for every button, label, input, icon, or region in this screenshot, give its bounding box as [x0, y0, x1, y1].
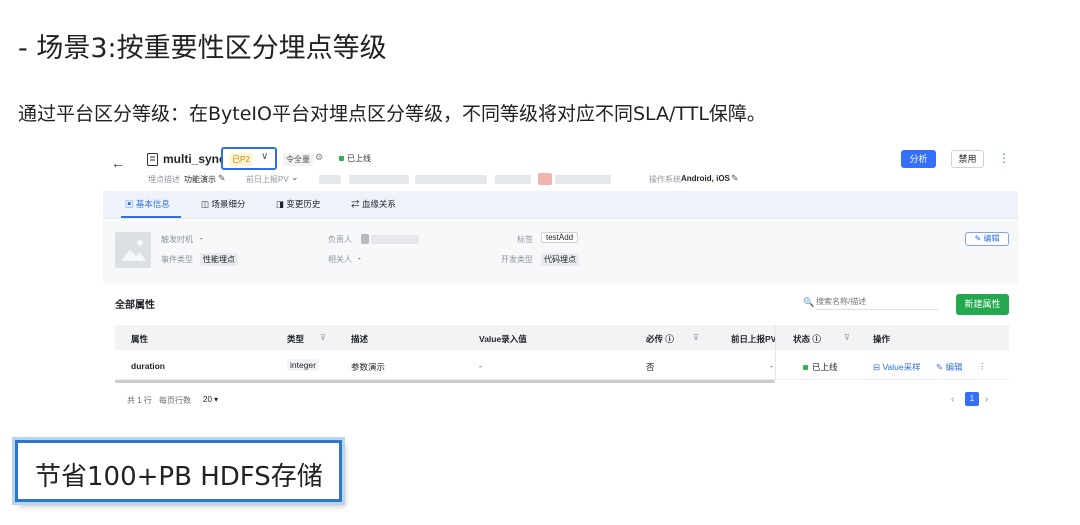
column-header-pv: 前日上报PV	[731, 334, 777, 344]
redacted-value	[555, 175, 611, 184]
level-tag: 已P2	[229, 153, 253, 166]
slide-title: - 场景3:按重要性区分埋点等级	[18, 33, 387, 64]
gear-icon[interactable]: ⚙	[315, 152, 323, 163]
redacted-value	[349, 175, 409, 184]
property-value: -	[479, 361, 482, 371]
event-type-label: 事件类型	[161, 255, 193, 264]
tab-label: 变更历史	[286, 199, 321, 209]
column-header-desc: 描述	[351, 334, 369, 344]
total-count: 共 1 行	[127, 396, 152, 405]
tab-bar: ▣ 基本信息 ◫ 场景细分 ◨ 变更历史 ⇄ 血缘关系	[103, 191, 1018, 219]
property-status: 已上线	[812, 362, 838, 372]
related-value: -	[358, 254, 361, 263]
redacted-value	[415, 175, 487, 184]
column-header-required: 必传 ⓘ	[646, 334, 674, 344]
tab-label: 基本信息	[135, 199, 170, 209]
chevron-down-icon: ∨	[261, 151, 269, 162]
owner-label: 负责人	[328, 235, 352, 244]
callout-text: 节省100+PB HDFS存储	[35, 462, 323, 492]
lineage-icon: ⇄	[351, 199, 360, 209]
event-name: multi_sync	[163, 152, 226, 166]
os-label: 操作系统	[649, 175, 681, 184]
scope-tag: 令全量	[283, 153, 313, 166]
redacted-value	[538, 173, 552, 185]
redacted-value	[371, 235, 419, 244]
filter-icon[interactable]: ⊽	[844, 333, 850, 342]
filter-icon[interactable]: ⊽	[320, 333, 326, 342]
edit-pen-icon[interactable]: ✎	[218, 173, 226, 184]
more-vertical-icon[interactable]: ⋮	[998, 151, 1010, 165]
new-property-button[interactable]: 新建属性	[956, 294, 1009, 315]
os-value: Android, iOS	[681, 174, 730, 183]
page-size-select[interactable]: 20 ▾	[203, 395, 218, 404]
search-input[interactable]	[816, 294, 938, 310]
tab-label: 场景细分	[211, 199, 246, 209]
property-name: duration	[131, 361, 165, 371]
column-header-status: 状态 ⓘ	[793, 334, 821, 344]
callout-box: 节省100+PB HDFS存储	[15, 440, 342, 502]
redacted-value	[495, 175, 531, 184]
slide-subtitle: 通过平台区分等级：在ByteIO平台对埋点区分等级，不同等级将对应不同SLA/T…	[18, 103, 766, 125]
pv-label: 前日上报PV	[246, 175, 289, 184]
image-placeholder-icon	[115, 232, 151, 268]
edit-property-link[interactable]: ✎ 编辑	[936, 361, 962, 373]
trigger-value: -	[200, 234, 203, 243]
tag-label: 标签	[517, 235, 533, 244]
current-page-button[interactable]: 1	[965, 392, 979, 406]
table-row: duration integer 参数演示 - 否 - 已上线 ⊟ Value采…	[115, 350, 1009, 380]
tab-basic-info[interactable]: ▣ 基本信息	[125, 198, 170, 210]
property-type-chip: integer	[287, 359, 319, 371]
status-dot	[803, 365, 808, 370]
page-size-label: 每页行数	[159, 396, 191, 405]
status-badge: 已上线	[347, 154, 371, 163]
tab-change-history[interactable]: ◨ 变更历史	[276, 198, 320, 210]
level-select[interactable]: 已P2 ∨	[221, 147, 277, 170]
filter-icon[interactable]: ⊽	[693, 333, 699, 342]
table-header: 属性 类型 ⊽ 描述 Value录入值 必传 ⓘ ⊽ 前日上报PV 状态 ⓘ ⊽…	[115, 325, 1009, 350]
more-vertical-icon[interactable]: ⋮	[978, 361, 987, 372]
column-header-value: Value录入值	[479, 334, 527, 344]
active-tab-indicator	[121, 216, 181, 218]
column-header-actions: 操作	[873, 334, 891, 344]
column-divider	[775, 325, 776, 380]
property-desc: 参数演示	[351, 362, 386, 372]
tab-lineage[interactable]: ⇄ 血缘关系	[351, 198, 396, 210]
analyze-button[interactable]: 分析	[901, 150, 936, 168]
redacted-value	[361, 234, 369, 244]
basic-info-icon: ▣	[125, 199, 134, 209]
dev-type-chip: 代码埋点	[541, 253, 579, 266]
event-detail-app: ← multi_sync 已P2 ∨ 令全量 ⚙ 已上线 埋点描述 功能演示 ✎…	[103, 145, 1018, 420]
property-pv: -	[770, 361, 773, 371]
scene-icon: ◫	[201, 199, 210, 209]
chevron-down-icon[interactable]: ⌄	[291, 172, 299, 183]
edit-info-button[interactable]: ✎ 编辑	[965, 232, 1009, 246]
properties-title: 全部属性	[115, 300, 155, 311]
next-page-icon[interactable]: ›	[985, 394, 988, 405]
search-icon: 🔍	[803, 297, 815, 307]
trigger-label: 触发时机	[161, 235, 193, 244]
related-label: 相关人	[328, 255, 352, 264]
back-arrow-icon[interactable]: ←	[111, 155, 125, 171]
desc-label: 埋点描述	[148, 175, 180, 184]
column-header-property: 属性	[131, 334, 149, 344]
desc-value: 功能演示	[184, 175, 216, 184]
tab-scene-detail[interactable]: ◫ 场景细分	[201, 198, 245, 210]
tag-chip: testAdd	[541, 232, 579, 243]
dev-type-label: 开发类型	[501, 255, 533, 264]
redacted-value	[319, 175, 341, 184]
value-sample-link[interactable]: ⊟ Value采样	[873, 361, 921, 373]
event-header: ← multi_sync 已P2 ∨ 令全量 ⚙ 已上线 埋点描述 功能演示 ✎…	[103, 145, 1018, 191]
column-header-type: 类型	[287, 334, 305, 344]
horizontal-scrollbar[interactable]	[115, 380, 775, 383]
property-required: 否	[646, 362, 655, 372]
basic-info-panel: 触发时机 - 事件类型 性能埋点 负责人 相关人 - 标签 testAdd 开发…	[103, 220, 1018, 284]
tab-label: 血缘关系	[361, 199, 396, 209]
history-icon: ◨	[276, 199, 285, 209]
event-type-chip: 性能埋点	[200, 253, 238, 266]
status-dot	[339, 156, 344, 161]
document-icon	[147, 153, 158, 166]
prev-page-icon[interactable]: ‹	[951, 394, 954, 405]
edit-pen-icon[interactable]: ✎	[731, 173, 739, 184]
disable-button[interactable]: 禁用	[951, 150, 984, 168]
